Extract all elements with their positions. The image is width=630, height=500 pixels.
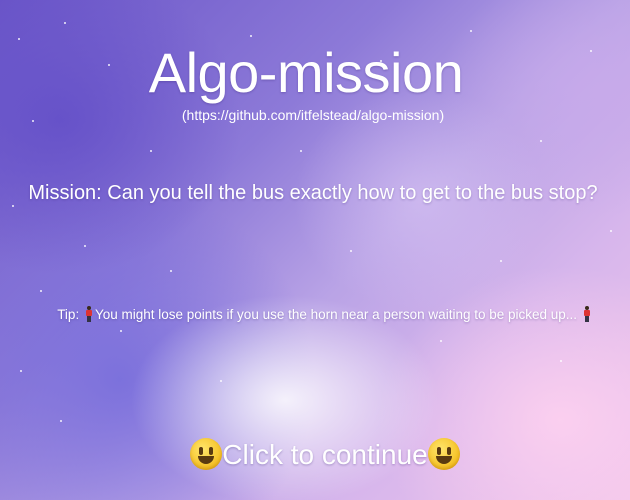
game-title: Algo-mission	[148, 41, 464, 104]
grinning-face-icon	[427, 438, 460, 470]
tip-prefix: Tip:	[57, 307, 80, 322]
person-waiting-icon	[583, 306, 591, 322]
continue-label: Click to continue	[222, 439, 428, 470]
tip-text: Tip: You might lose points if you use th…	[0, 306, 630, 322]
click-to-continue-button[interactable]: Click to continue	[0, 438, 630, 471]
tip-body: You might lose points if you use the hor…	[94, 307, 578, 322]
mission-text: Mission: Can you tell the bus exactly ho…	[28, 182, 598, 204]
repository-link: (https://github.com/itfelstead/algo-miss…	[181, 107, 445, 123]
grinning-face-icon	[190, 438, 223, 470]
person-waiting-icon	[85, 306, 93, 322]
